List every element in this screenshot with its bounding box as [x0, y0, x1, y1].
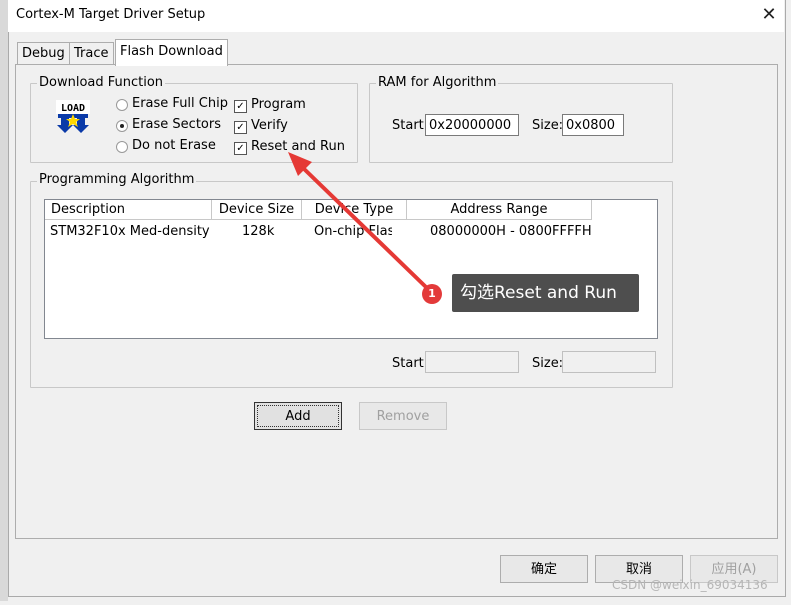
ram-start-input[interactable]: 0x20000000	[425, 114, 519, 136]
verify-label: Verify	[251, 118, 288, 133]
algorithm-size-label: Size:	[532, 356, 564, 371]
remove-button[interactable]: Remove	[359, 402, 447, 430]
annotation-callout: 勾选Reset and Run	[452, 274, 639, 312]
close-icon[interactable]: ✕	[758, 4, 780, 26]
load-icon: LOAD	[56, 100, 90, 134]
tab-debug[interactable]: Debug	[17, 42, 70, 65]
column-header-description[interactable]: Description	[45, 200, 212, 220]
algorithm-list[interactable]: Description Device Size Device Type Addr…	[44, 199, 658, 339]
erase-full-chip-label: Erase Full Chip	[132, 96, 228, 111]
algorithm-size-input[interactable]	[562, 351, 656, 373]
row-address-range: 08000000H - 0800FFFFH	[430, 224, 592, 239]
radio-do-not-erase[interactable]	[116, 141, 128, 153]
ram-start-label: Start:	[392, 118, 429, 133]
algorithm-start-input[interactable]	[425, 351, 519, 373]
ram-legend: RAM for Algorithm	[376, 75, 499, 90]
ram-size-label: Size:	[532, 118, 564, 133]
watermark: CSDN @weixin_69034136	[612, 578, 768, 592]
do-not-erase-label: Do not Erase	[132, 138, 216, 153]
annotation-badge: 1	[422, 284, 442, 304]
ok-button[interactable]: 确定	[500, 555, 588, 583]
window-title: Cortex-M Target Driver Setup	[16, 7, 206, 22]
ram-size-input[interactable]: 0x0800	[562, 114, 624, 136]
background-app-edge	[0, 0, 8, 601]
checkbox-verify[interactable]: ✓	[234, 121, 247, 134]
tab-flash-download[interactable]: Flash Download	[115, 39, 228, 66]
row-device-type: On-chip Flash	[314, 224, 392, 239]
checkbox-reset-and-run[interactable]: ✓	[234, 142, 247, 155]
column-header-address-range[interactable]: Address Range	[407, 200, 592, 220]
column-header-device-type[interactable]: Device Type	[302, 200, 407, 220]
load-icon-text: LOAD	[61, 103, 85, 114]
row-device-size: 128k	[242, 224, 275, 239]
download-function-legend: Download Function	[37, 75, 166, 90]
column-header-device-size[interactable]: Device Size	[212, 200, 302, 220]
checkbox-program[interactable]: ✓	[234, 100, 247, 113]
reset-and-run-label: Reset and Run	[251, 139, 345, 154]
tab-trace[interactable]: Trace	[69, 42, 114, 65]
radio-erase-sectors[interactable]	[116, 120, 128, 132]
table-row[interactable]: STM32F10x Med-density ... 128k On-chip F…	[45, 220, 655, 242]
row-description: STM32F10x Med-density ...	[50, 224, 210, 239]
radio-erase-full-chip[interactable]	[116, 99, 128, 111]
program-label: Program	[251, 97, 306, 112]
add-button[interactable]: Add	[254, 402, 342, 430]
programming-algorithm-legend: Programming Algorithm	[37, 172, 197, 187]
erase-sectors-label: Erase Sectors	[132, 117, 221, 132]
algorithm-start-label: Start:	[392, 356, 429, 371]
